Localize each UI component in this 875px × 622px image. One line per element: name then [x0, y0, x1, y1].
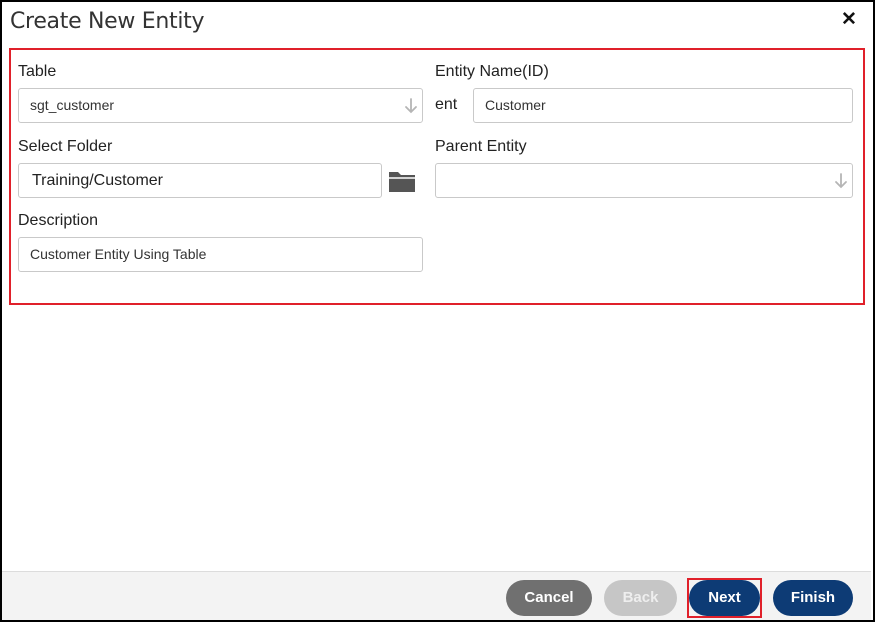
entity-name-input[interactable]: Customer — [473, 88, 853, 123]
arrow-down-icon — [405, 98, 417, 114]
finish-button[interactable]: Finish — [773, 580, 853, 616]
entity-name-value: Customer — [485, 97, 546, 113]
description-label: Description — [18, 212, 99, 229]
entity-name-prefix: ent — [435, 96, 458, 113]
dialog-title: Create New Entity — [10, 9, 205, 34]
table-select[interactable]: sgt_customer — [18, 88, 423, 123]
parent-entity-select[interactable] — [435, 163, 853, 198]
select-folder-input[interactable]: Training/Customer — [18, 163, 382, 198]
parent-entity-label: Parent Entity — [435, 138, 527, 155]
folder-icon[interactable] — [388, 169, 416, 193]
description-value: Customer Entity Using Table — [30, 246, 207, 262]
select-folder-value: Training/Customer — [32, 172, 164, 189]
back-button[interactable]: Back — [604, 580, 677, 616]
cancel-button[interactable]: Cancel — [506, 580, 592, 616]
description-input[interactable]: Customer Entity Using Table — [18, 237, 423, 272]
close-icon[interactable]: ✕ — [839, 10, 859, 30]
entity-name-label: Entity Name(ID) — [435, 63, 549, 80]
next-button[interactable]: Next — [689, 580, 760, 616]
table-select-value: sgt_customer — [30, 97, 115, 113]
arrow-down-icon — [835, 173, 847, 189]
select-folder-label: Select Folder — [18, 138, 113, 155]
table-label: Table — [18, 63, 57, 80]
